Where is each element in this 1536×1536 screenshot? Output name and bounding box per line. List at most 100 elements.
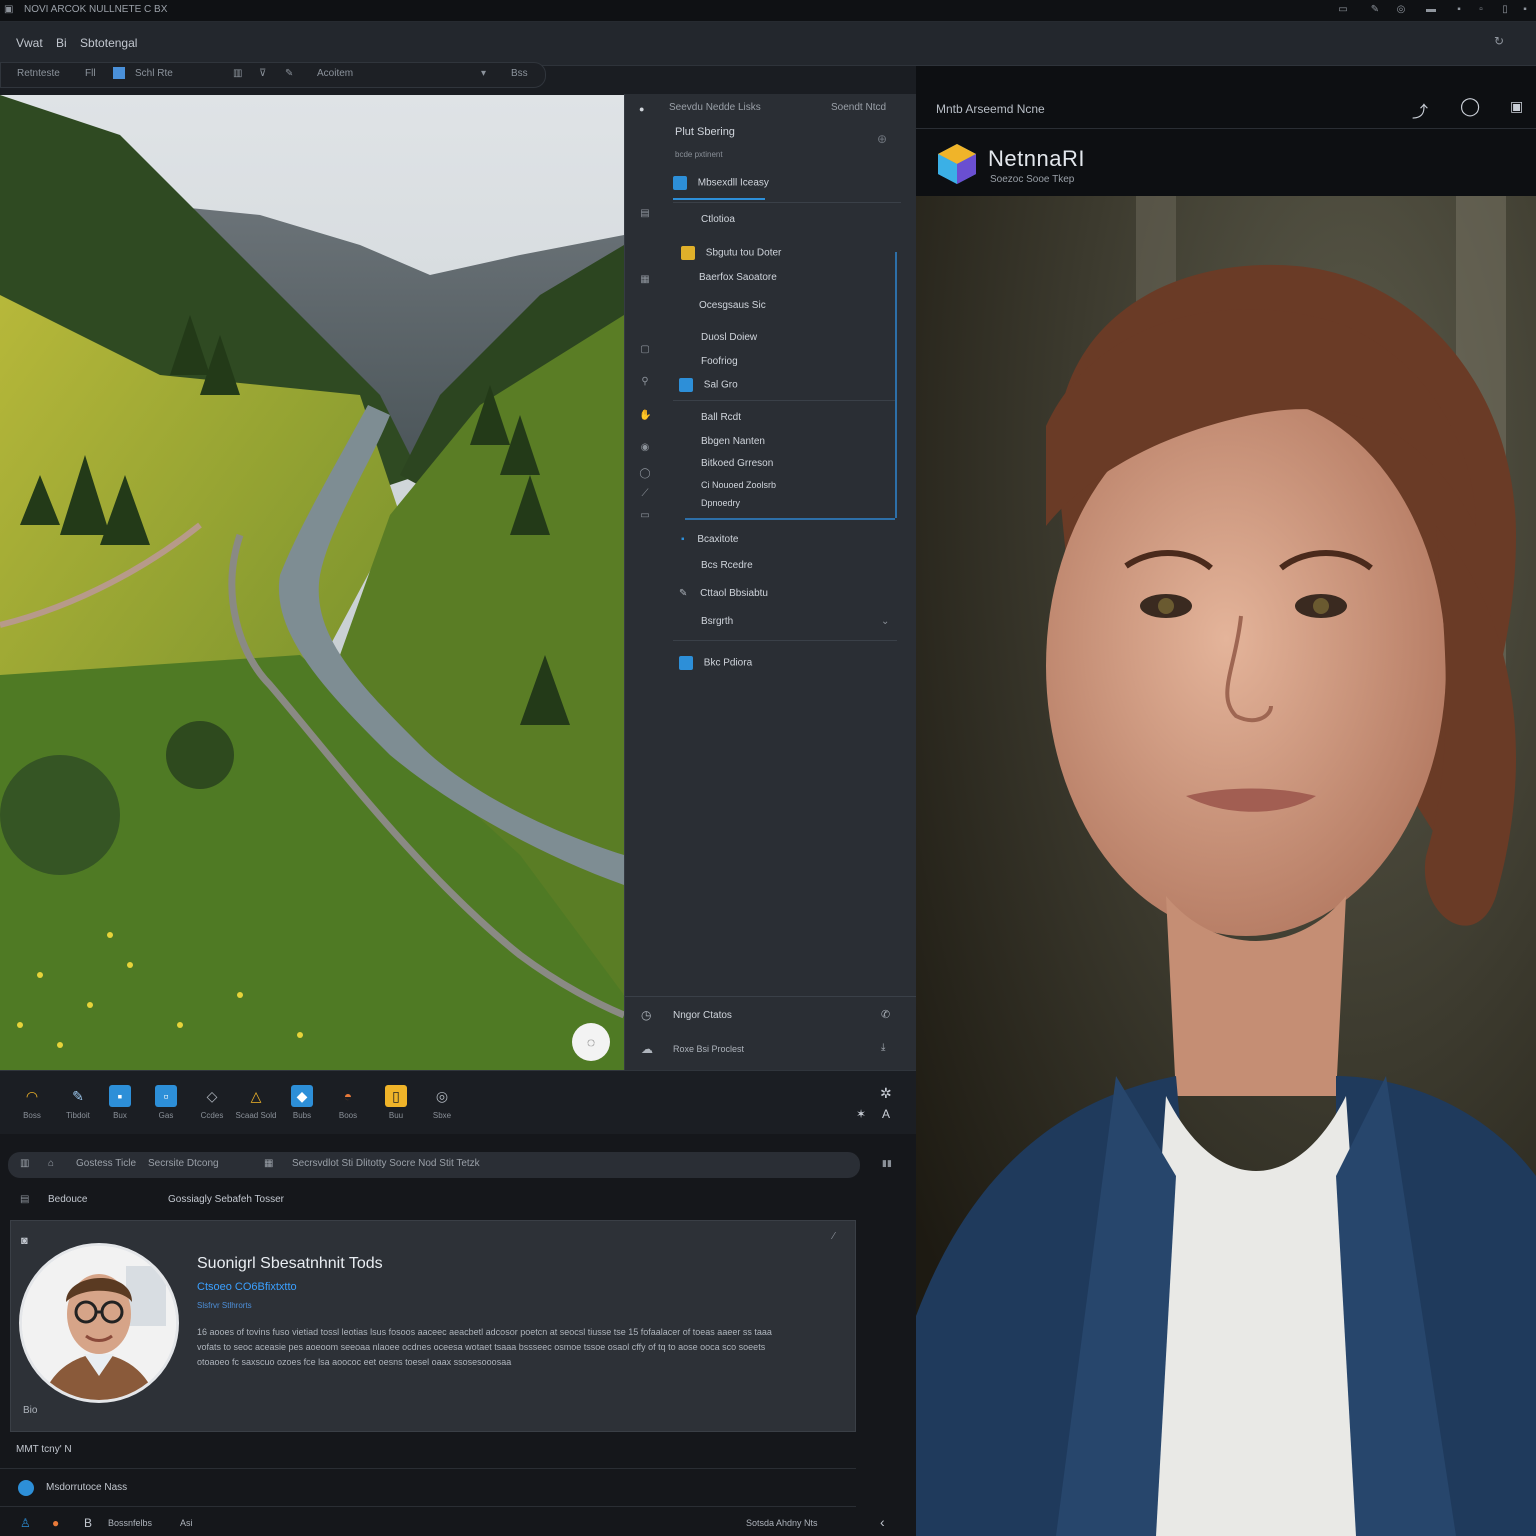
tool-button[interactable]: ▯ Buu bbox=[374, 1085, 418, 1120]
hand-icon[interactable]: ✋ bbox=[639, 410, 651, 422]
more-icon[interactable]: ⁄ bbox=[833, 1231, 835, 1242]
layer-item[interactable]: ✎ Cttaol Bbsiabtu bbox=[679, 588, 768, 608]
menu-item[interactable]: Sbtotengal bbox=[80, 36, 137, 50]
pen-icon[interactable]: ✎ bbox=[285, 68, 293, 79]
refresh-icon[interactable]: ↻ bbox=[1494, 34, 1504, 48]
dropdown-icon[interactable]: ▾ bbox=[481, 68, 486, 79]
layer-selected[interactable]: Mbsexdll Iceasy bbox=[673, 176, 769, 196]
layer-item[interactable]: Baerfox Saoatore bbox=[699, 272, 777, 292]
breadcrumb[interactable]: Gostess Ticle bbox=[76, 1158, 136, 1169]
tab-label[interactable]: Bedouce bbox=[48, 1194, 87, 1205]
toolbar-item[interactable]: Schl Rte bbox=[135, 68, 173, 79]
layer-item[interactable]: Dpnoedry bbox=[701, 498, 740, 518]
breadcrumb[interactable]: Secrsite Dtcong bbox=[148, 1158, 219, 1169]
share-icon[interactable]: ⤴ bbox=[1412, 98, 1428, 122]
menu-items: Vwat Bi Sbtotengal bbox=[16, 36, 147, 50]
grid-icon[interactable]: ▦ bbox=[639, 274, 651, 286]
profile-name: Suonigrl Sbesatnhnit Tods bbox=[197, 1255, 383, 1272]
layer-item[interactable]: Ctlotioa bbox=[701, 214, 735, 234]
layer-item[interactable]: Sbgutu tou Doter bbox=[681, 246, 781, 266]
sparkle-icon[interactable]: ✶ bbox=[856, 1107, 866, 1121]
close-icon[interactable]: ▪ bbox=[1518, 3, 1532, 17]
layer-item[interactable]: Sal Gro bbox=[679, 378, 738, 398]
menu-icon[interactable]: ▥ bbox=[20, 1158, 29, 1169]
message-icon[interactable]: ▬ bbox=[1424, 3, 1438, 17]
eye-icon[interactable]: ◉ bbox=[639, 442, 651, 454]
pin-icon[interactable]: ✎ bbox=[1368, 3, 1382, 17]
grid-icon[interactable]: ▥ bbox=[233, 68, 242, 79]
layer-item[interactable]: Duosl Doiew bbox=[701, 332, 757, 352]
layer-icon[interactable] bbox=[113, 67, 125, 79]
window-icon[interactable]: ▣ bbox=[1510, 98, 1523, 115]
toolbar-item[interactable]: Fll bbox=[85, 68, 96, 79]
section-subtitle: bcde pxtinent bbox=[675, 150, 723, 159]
layer-item[interactable]: Bcs Rcedre bbox=[701, 560, 753, 580]
tool-button[interactable]: ✎ Tibdoit bbox=[56, 1085, 100, 1120]
layer-item[interactable]: Ocesgsaus Sic bbox=[699, 300, 766, 320]
scrollbar[interactable] bbox=[895, 252, 897, 518]
grid-icon[interactable]: ▦ bbox=[264, 1158, 273, 1169]
layer-item[interactable]: Bkc Pdiora bbox=[679, 656, 752, 676]
clock-icon: ◷ bbox=[641, 1008, 652, 1022]
avatar bbox=[19, 1243, 179, 1403]
layer-item[interactable]: Foofriog bbox=[701, 356, 738, 376]
layer-item[interactable]: Bsrgrth bbox=[701, 616, 733, 636]
tool-button[interactable]: ◆ Bubs bbox=[280, 1085, 324, 1120]
add-icon[interactable]: ⊕ bbox=[877, 132, 887, 146]
flame-icon[interactable]: ● bbox=[52, 1516, 59, 1530]
box-icon[interactable]: ▭ bbox=[639, 510, 651, 522]
layer-label: Mbsexdll Iceasy bbox=[697, 177, 769, 189]
pin-icon[interactable]: ⚲ bbox=[639, 376, 651, 388]
home-icon[interactable]: ⌂ bbox=[48, 1158, 54, 1169]
chat-icon[interactable]: ◯ bbox=[1460, 96, 1480, 117]
tool-button[interactable]: ◎ Sbxe bbox=[420, 1085, 464, 1120]
footer-label[interactable]: Roxe Bsi Proclest bbox=[673, 1044, 744, 1054]
tool-button[interactable]: △ Scaad Sold bbox=[234, 1085, 278, 1120]
chevron-left-icon[interactable]: ‹ bbox=[880, 1514, 885, 1530]
bell-icon[interactable]: ▪ bbox=[1452, 3, 1466, 17]
tool-button[interactable]: ◇ Ccdes bbox=[190, 1085, 234, 1120]
layer-item[interactable]: Bitkoed Grreson bbox=[701, 458, 773, 478]
options-icon[interactable]: ▮▮ bbox=[882, 1158, 892, 1169]
minimize-icon[interactable]: ▫ bbox=[1474, 3, 1488, 17]
layer-item[interactable]: ▪ Bcaxitote bbox=[681, 534, 738, 554]
layer-item[interactable]: Bbgen Nanten bbox=[701, 436, 765, 456]
person-icon[interactable]: ♙ bbox=[20, 1516, 31, 1530]
search-query[interactable]: Secrsvdlot Sti Dlitotty Socre Nod Stit T… bbox=[292, 1158, 480, 1169]
menu-item[interactable]: Vwat bbox=[16, 36, 43, 50]
download-icon[interactable]: ⤓ bbox=[881, 1042, 885, 1053]
search-bar[interactable]: ▥ ⌂ Gostess Ticle Secrsite Dtcong ▦ Secr… bbox=[8, 1152, 860, 1178]
settings-icon[interactable]: ◎ bbox=[1394, 3, 1408, 17]
text-icon[interactable]: A bbox=[882, 1107, 890, 1121]
shape-icon: △ bbox=[250, 1088, 262, 1104]
layer-item[interactable]: Ball Rcdt bbox=[701, 412, 741, 432]
box-icon: ▪ bbox=[109, 1085, 131, 1107]
magic-icon[interactable]: ✲ bbox=[880, 1085, 892, 1102]
profile-role[interactable]: Ctsoeo CO6Bfixtxtto bbox=[197, 1281, 297, 1293]
bookmark-icon[interactable]: B bbox=[84, 1516, 92, 1530]
tab-label[interactable]: Gossiagly Sebafeh Tosser bbox=[168, 1194, 284, 1205]
camera-icon[interactable]: ◙ bbox=[21, 1235, 28, 1247]
pin-icon[interactable]: ✆ bbox=[881, 1008, 890, 1021]
brush-icon[interactable]: ⟋ bbox=[639, 488, 651, 500]
tool-button[interactable]: ▫ Gas bbox=[144, 1085, 188, 1120]
toolbar-item[interactable]: Retnteste bbox=[17, 68, 60, 79]
footer-label[interactable]: Nngor Ctatos bbox=[673, 1010, 732, 1021]
toolbar-item[interactable]: Bss bbox=[511, 68, 528, 79]
lock-icon[interactable]: ▤ bbox=[639, 208, 651, 220]
menu-item[interactable]: Bi bbox=[56, 36, 67, 50]
tool-button[interactable]: ▪ Bux bbox=[98, 1085, 142, 1120]
window-icon[interactable]: ▭ bbox=[1336, 3, 1350, 17]
tool-button[interactable]: ◓ Boos bbox=[326, 1085, 370, 1120]
lasso-icon: ◠ bbox=[25, 1088, 39, 1104]
layer-item[interactable]: Ci Nouoed Zoolsrb bbox=[701, 480, 776, 500]
chevron-down-icon[interactable]: ⌄ bbox=[881, 616, 889, 627]
tool-button[interactable]: ◠ Boss bbox=[10, 1085, 54, 1120]
restore-icon[interactable]: ▯ bbox=[1498, 3, 1512, 17]
filter-icon[interactable]: ⊽ bbox=[259, 68, 266, 79]
frame-icon[interactable]: ▢ bbox=[639, 344, 651, 356]
play-button[interactable]: ◌ bbox=[572, 1023, 610, 1061]
toolbar-item[interactable]: Acoitem bbox=[317, 68, 353, 79]
list-item[interactable]: Msdorrutoce Nass bbox=[46, 1482, 127, 1493]
circle-icon[interactable]: ◯ bbox=[639, 468, 651, 480]
